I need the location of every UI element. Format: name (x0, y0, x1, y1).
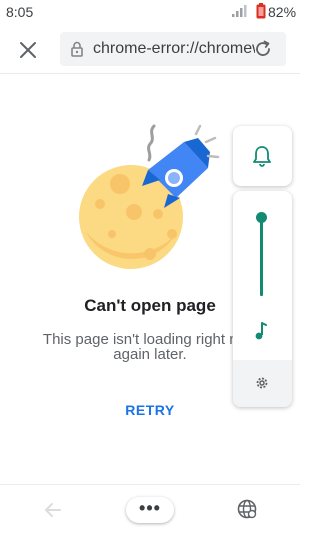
battery-icon (256, 3, 266, 19)
bell-icon (253, 146, 271, 167)
more-menu-icon: ••• (139, 498, 161, 518)
media-volume-slider[interactable] (260, 216, 263, 296)
media-volume-thumb[interactable] (256, 212, 267, 223)
browser-toolbar: chrome-error://chromewebdata/ (0, 24, 300, 74)
globe-icon[interactable] (236, 498, 258, 520)
battery-percentage: 82% (268, 4, 297, 20)
reload-icon[interactable] (252, 38, 274, 60)
back-arrow-icon[interactable] (42, 499, 64, 521)
sound-settings-button[interactable] (233, 360, 292, 407)
signal-icon (232, 5, 247, 17)
close-icon[interactable] (16, 38, 40, 62)
music-note-icon (255, 322, 267, 340)
volume-panel (233, 191, 292, 407)
retry-button[interactable]: RETRY (120, 402, 180, 424)
bottom-toolbar: ••• (0, 484, 300, 534)
status-time: 8:05 (6, 4, 34, 20)
status-bar: 8:05 82% (0, 0, 300, 24)
moon-rocket-illustration (79, 124, 220, 269)
gear-icon (256, 377, 268, 389)
url-text[interactable]: chrome-error://chromewebdata/ (93, 40, 255, 58)
url-bar[interactable]: chrome-error://chromewebdata/ (60, 32, 286, 66)
more-menu-button[interactable]: ••• (126, 497, 174, 523)
lock-icon (71, 41, 83, 57)
ringer-mode-button[interactable] (233, 126, 292, 186)
